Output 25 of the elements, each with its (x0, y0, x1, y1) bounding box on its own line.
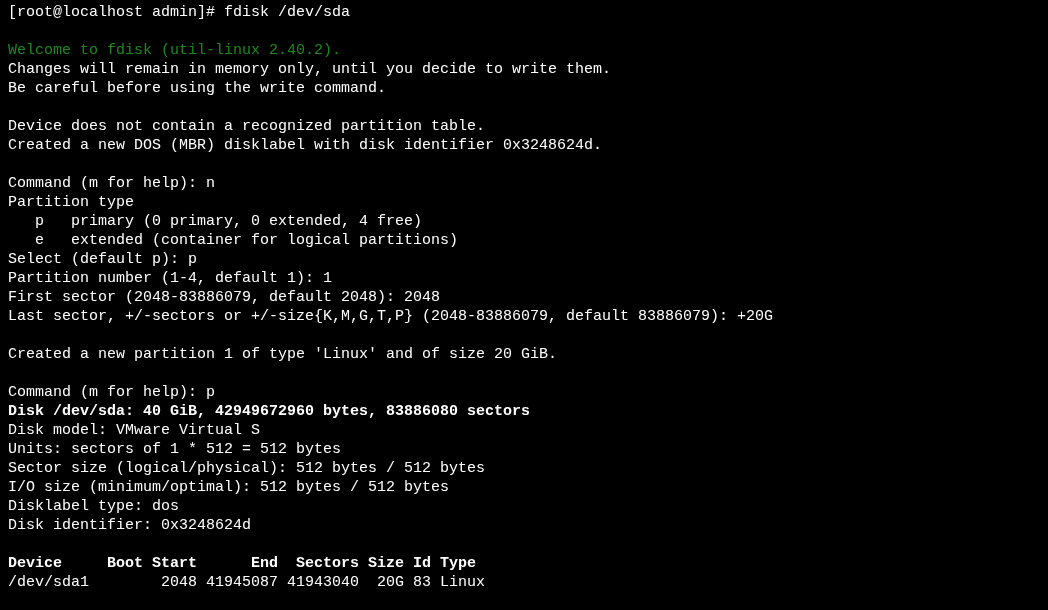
terminal-line: Select (default p): p (8, 250, 199, 269)
terminal-line: [root@localhost admin]# fdisk /dev/sda (8, 3, 352, 22)
terminal-line: First sector (2048-83886079, default 2048): 2048 (8, 288, 442, 307)
terminal-line: p primary (0 primary, 0 extended, 4 free) (34, 212, 424, 231)
terminal-line: Device does not contain a recognized partition table. (8, 117, 487, 136)
terminal-line: I/O size (minimum/optimal): 512 bytes / 512 bytes (8, 478, 451, 497)
terminal-line: Created a new partition 1 of type 'Linux' and of size 20 GiB. (8, 345, 559, 364)
terminal-line: Be careful before using the write command. (8, 79, 388, 98)
terminal-line: Disk model: VMware Virtual S (8, 421, 262, 440)
terminal-line: Partition number (1-4, default 1): 1 (8, 269, 334, 288)
terminal-line: Command (m for help): p (8, 383, 217, 402)
terminal-line: Device Boot Start End Sectors Size Id Type (8, 554, 478, 573)
terminal-line: Disk /dev/sda: 40 GiB, 42949672960 bytes, 83886080 sectors (8, 402, 532, 421)
terminal-line: Units: sectors of 1 * 512 = 512 bytes (8, 440, 343, 459)
terminal-line: Changes will remain in memory only, until you decide to write them. (8, 60, 613, 79)
terminal-line: Last sector, +/-sectors or +/-size{K,M,G,T,P} (2048-83886079, default 83886079): +20G (8, 307, 775, 326)
terminal-line: Welcome to fdisk (util-linux 2.40.2). (8, 41, 343, 60)
terminal-line: Command (m for help): n (8, 174, 217, 193)
terminal-line: /dev/sda1 2048 41945087 41943040 20G 83 Linux (8, 573, 487, 592)
terminal-line: e extended (container for logical partitions) (34, 231, 460, 250)
terminal-line: Created a new DOS (MBR) disklabel with disk identifier 0x3248624d. (8, 136, 604, 155)
terminal-line: Disk identifier: 0x3248624d (8, 516, 253, 535)
terminal-line: Sector size (logical/physical): 512 bytes / 512 bytes (8, 459, 487, 478)
terminal-line: Disklabel type: dos (8, 497, 181, 516)
terminal-line: Partition type (8, 193, 136, 212)
